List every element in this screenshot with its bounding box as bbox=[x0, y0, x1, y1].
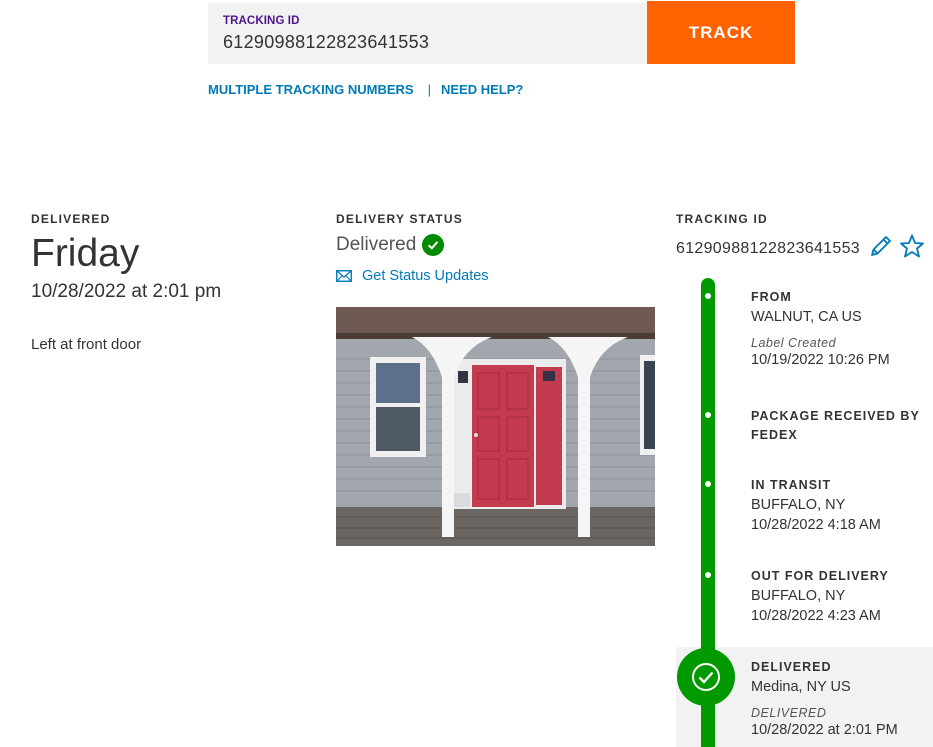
event-in-transit: IN TRANSIT BUFFALO, NY 10/28/2022 4:18 A… bbox=[751, 476, 881, 535]
star-icon[interactable] bbox=[899, 233, 925, 264]
event-location: BUFFALO, NY bbox=[751, 588, 846, 604]
check-circle-icon bbox=[422, 234, 445, 256]
multiple-tracking-numbers-link[interactable]: MULTIPLE TRACKING NUMBERS bbox=[208, 82, 414, 97]
event-from: FROM WALNUT, CA US Label Created 10/19/2… bbox=[751, 288, 890, 370]
timeline-dot bbox=[705, 293, 711, 299]
check-circle-icon bbox=[677, 648, 735, 706]
search-sublinks: MULTIPLE TRACKING NUMBERS | NEED HELP? bbox=[208, 82, 523, 97]
need-help-link[interactable]: NEED HELP? bbox=[441, 82, 523, 97]
delivered-caption: DELIVERED bbox=[31, 212, 111, 226]
event-title: IN TRANSIT bbox=[751, 478, 832, 492]
event-subtitle: Label Created bbox=[751, 336, 837, 350]
delivery-day: Friday bbox=[31, 232, 140, 275]
event-title-line1: PACKAGE RECEIVED BY bbox=[751, 409, 920, 423]
event-time: 10/28/2022 4:18 AM bbox=[751, 517, 881, 533]
get-status-updates-link[interactable]: Get Status Updates bbox=[336, 268, 489, 284]
delivery-status-caption: DELIVERY STATUS bbox=[336, 212, 463, 226]
event-location: BUFFALO, NY bbox=[751, 497, 846, 513]
event-time: 10/28/2022 at 2:01 PM bbox=[751, 722, 898, 738]
tracking-id-input-value[interactable]: 61290988122823641553 bbox=[223, 32, 429, 53]
delivery-status-value: Delivered bbox=[336, 234, 417, 255]
event-location: WALNUT, CA US bbox=[751, 309, 862, 325]
envelope-icon bbox=[336, 270, 352, 282]
tracking-search-field[interactable]: TRACKING ID 61290988122823641553 bbox=[208, 3, 647, 64]
timeline-dot bbox=[705, 412, 711, 418]
track-button[interactable]: TRACK bbox=[647, 1, 795, 64]
delivery-note: Left at front door bbox=[31, 336, 142, 353]
tracking-id-label: TRACKING ID bbox=[223, 15, 300, 27]
event-title: OUT FOR DELIVERY bbox=[751, 569, 889, 583]
timeline-dot bbox=[705, 481, 711, 487]
get-status-updates-label: Get Status Updates bbox=[362, 268, 489, 284]
event-time: 10/19/2022 10:26 PM bbox=[751, 352, 890, 368]
tracking-id-caption: TRACKING ID bbox=[676, 212, 768, 226]
event-title-line2: FEDEX bbox=[751, 428, 798, 442]
delivery-status: Delivered bbox=[336, 234, 445, 256]
event-subtitle: DELIVERED bbox=[751, 706, 827, 720]
event-title: DELIVERED bbox=[751, 660, 832, 674]
pencil-icon[interactable] bbox=[868, 233, 894, 264]
event-delivered: DELIVERED Medina, NY US DELIVERED 10/28/… bbox=[751, 658, 898, 740]
event-out-for-delivery: OUT FOR DELIVERY BUFFALO, NY 10/28/2022 … bbox=[751, 567, 889, 626]
link-separator: | bbox=[427, 82, 431, 97]
event-received: PACKAGE RECEIVED BY FEDEX bbox=[751, 407, 920, 445]
event-time: 10/28/2022 4:23 AM bbox=[751, 608, 881, 624]
event-location: Medina, NY US bbox=[751, 679, 851, 695]
tracking-id-number: 61290988122823641553 bbox=[676, 240, 860, 257]
delivery-photo[interactable] bbox=[336, 307, 655, 546]
event-title: FROM bbox=[751, 290, 792, 304]
timeline-dot bbox=[705, 572, 711, 578]
delivery-datetime: 10/28/2022 at 2:01 pm bbox=[31, 281, 222, 302]
